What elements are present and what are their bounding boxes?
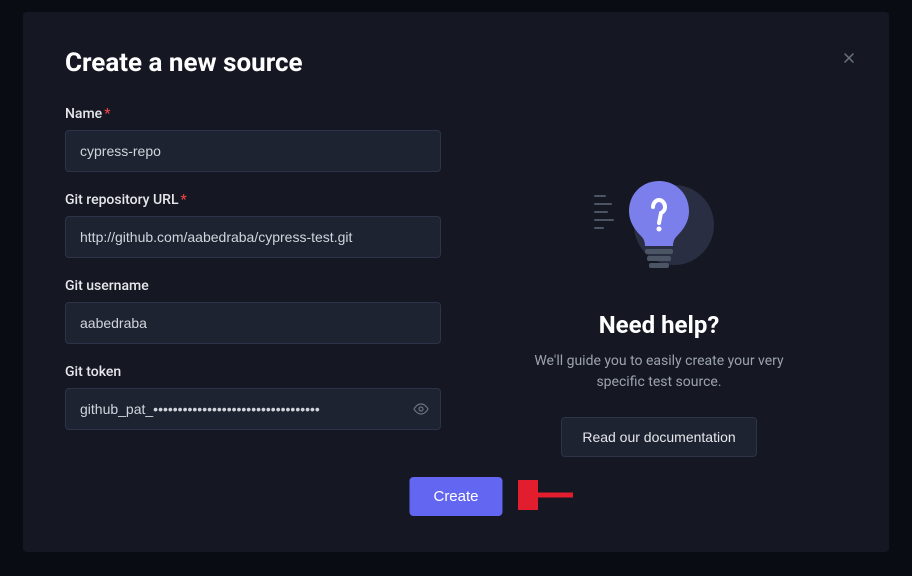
modal-title: Create a new source <box>65 48 441 78</box>
bulb-illustration <box>599 167 719 287</box>
form-group-git-url: Git repository URL* <box>65 192 441 258</box>
form-section: Create a new source Name* Git repository… <box>65 48 441 516</box>
form-group-git-username: Git username <box>65 278 441 344</box>
git-username-label: Git username <box>65 278 441 294</box>
required-marker: * <box>181 192 187 208</box>
create-button[interactable]: Create <box>409 477 502 516</box>
eye-icon[interactable] <box>413 401 429 417</box>
help-title: Need help? <box>599 311 720 339</box>
git-token-input[interactable] <box>65 388 441 430</box>
token-wrapper <box>65 388 441 430</box>
form-group-name: Name* <box>65 106 441 172</box>
create-source-modal: Create a new source Name* Git repository… <box>23 12 889 552</box>
git-url-label: Git repository URL* <box>65 192 441 208</box>
name-input[interactable] <box>65 130 441 172</box>
name-label: Name* <box>65 106 441 122</box>
motion-lines <box>594 195 614 235</box>
form-group-git-token: Git token <box>65 364 441 430</box>
docs-button[interactable]: Read our documentation <box>561 417 756 457</box>
git-token-label: Git token <box>65 364 441 380</box>
git-url-input[interactable] <box>65 216 441 258</box>
required-marker: * <box>104 106 110 122</box>
help-description: We'll guide you to easily create your ve… <box>519 351 799 393</box>
close-icon[interactable] <box>841 50 857 71</box>
lightbulb-icon <box>623 177 695 277</box>
create-button-wrapper: Create <box>409 477 502 516</box>
help-section: Need help? We'll guide you to easily cre… <box>471 48 847 516</box>
git-username-input[interactable] <box>65 302 441 344</box>
